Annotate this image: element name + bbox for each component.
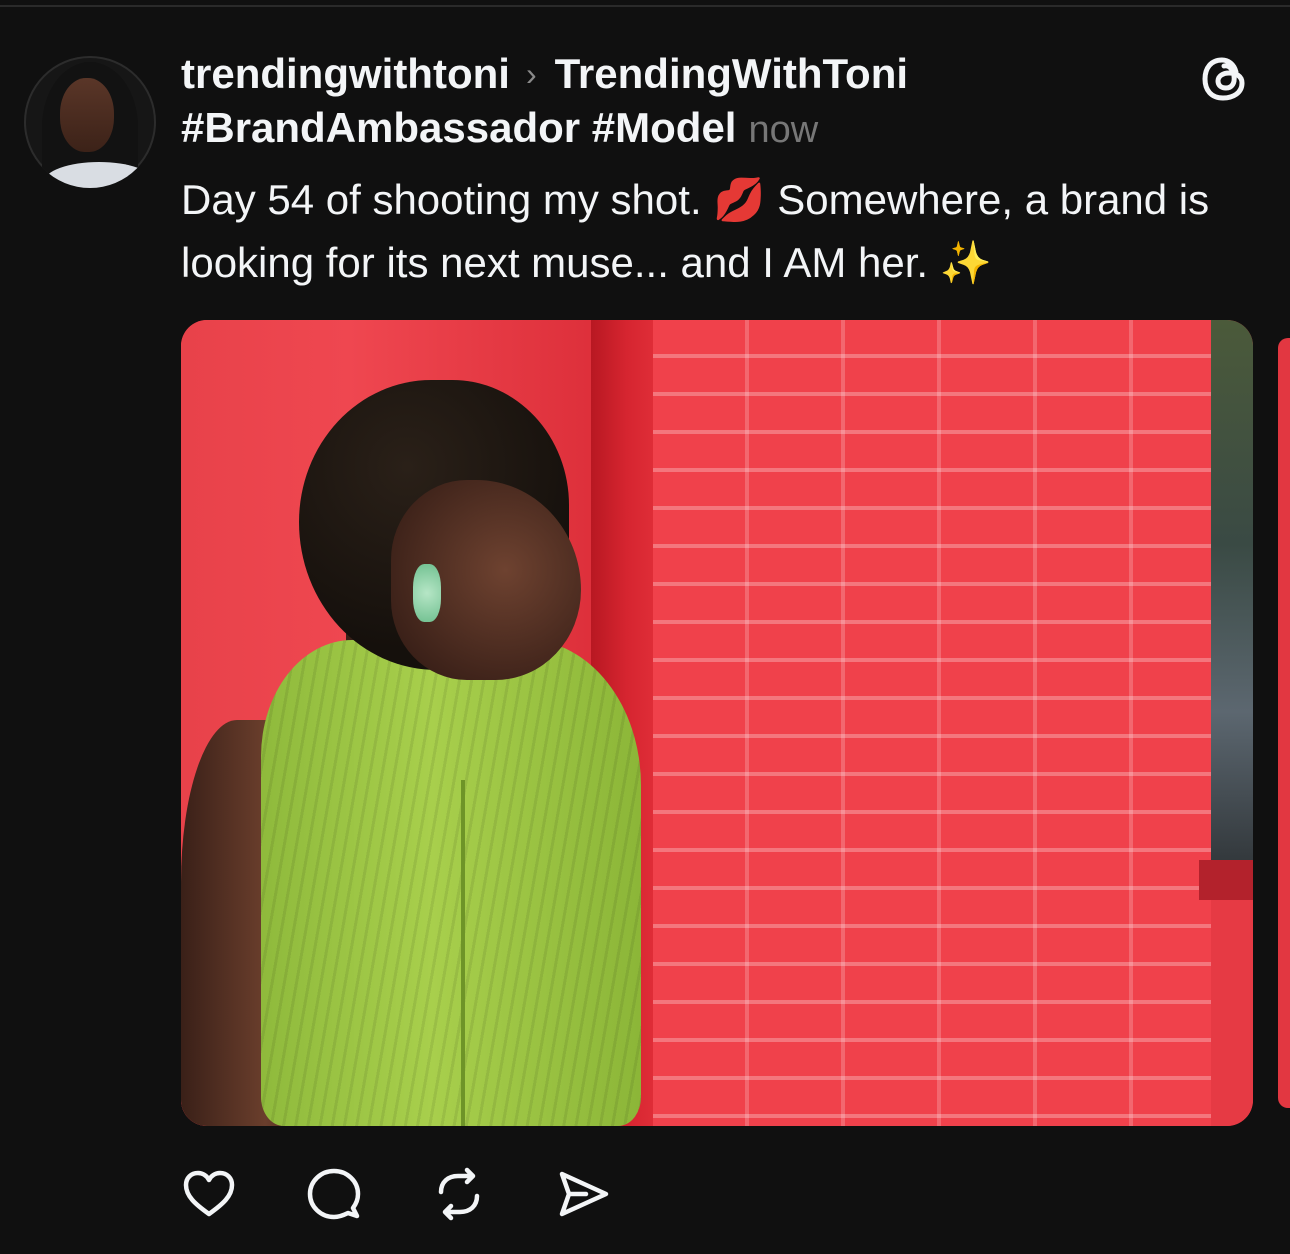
next-image-peek[interactable] — [1278, 338, 1290, 1108]
post-image[interactable] — [181, 320, 1253, 1126]
post-meta: #BrandAmbassador #Model now — [181, 102, 818, 156]
chevron-right-icon: › — [525, 56, 537, 92]
avatar-face — [60, 78, 114, 152]
hashtags[interactable]: #BrandAmbassador #Model — [181, 104, 736, 151]
post-header: trendingwithtoni › TrendingWithToni — [181, 48, 908, 100]
image-window-sill — [1199, 860, 1253, 900]
image-person-earring — [413, 564, 441, 622]
image-person-zipper — [461, 780, 465, 1126]
avatar[interactable] — [24, 56, 156, 188]
image-window — [1211, 320, 1253, 880]
image-brick-wall — [653, 320, 1213, 1126]
top-divider — [0, 5, 1290, 7]
threads-logo-icon[interactable] — [1198, 52, 1252, 106]
username-link[interactable]: trendingwithtoni — [181, 48, 510, 100]
repost-button[interactable] — [428, 1163, 490, 1225]
share-icon — [559, 1171, 609, 1217]
share-button[interactable] — [553, 1163, 615, 1225]
timestamp: now — [748, 109, 819, 151]
comment-icon — [307, 1168, 361, 1220]
image-person-top — [261, 640, 641, 1126]
community-link[interactable]: TrendingWithToni — [555, 48, 908, 100]
like-button[interactable] — [178, 1163, 240, 1225]
heart-icon — [183, 1170, 235, 1217]
comment-button[interactable] — [303, 1163, 365, 1225]
image-wall-lower — [1211, 900, 1253, 1126]
repost-icon — [438, 1167, 480, 1221]
action-bar — [178, 1162, 678, 1226]
post-text: Day 54 of shooting my shot. 💋 Somewhere,… — [181, 176, 1210, 286]
